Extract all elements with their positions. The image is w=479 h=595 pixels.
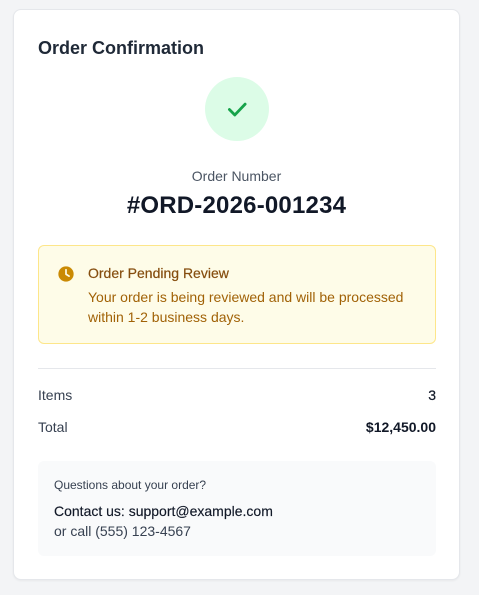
total-label: Total: [38, 419, 68, 435]
support-question: Questions about your order?: [54, 478, 207, 492]
alert-title: Order Pending Review: [88, 265, 229, 281]
success-badge: [205, 77, 269, 141]
pending-review-alert: Order Pending Review Your order is being…: [38, 245, 436, 344]
checkmark-icon: [228, 102, 247, 117]
alert-message: Your order is being reviewed and will be…: [88, 289, 404, 325]
card-title: Order Confirmation: [38, 38, 205, 58]
total-row: Total $12,450.00: [38, 418, 436, 436]
items-row: Items 3: [38, 386, 436, 404]
order-confirmation-card: Order Confirmation Order Number #ORD-202…: [13, 9, 460, 580]
support-box: Questions about your order? Contact us: …: [38, 461, 436, 556]
total-amount: $12,450.00: [365, 419, 436, 435]
support-phone: or call (555) 123-4567: [54, 523, 191, 539]
items-count: 3: [428, 387, 436, 403]
order-number: #ORD-2026-001234: [126, 192, 347, 219]
items-label: Items: [38, 387, 73, 403]
support-contact: Contact us: support@example.com: [54, 503, 273, 519]
clock-icon: [58, 266, 74, 282]
order-number-label: Order Number: [191, 168, 282, 184]
summary-divider: [38, 368, 436, 369]
